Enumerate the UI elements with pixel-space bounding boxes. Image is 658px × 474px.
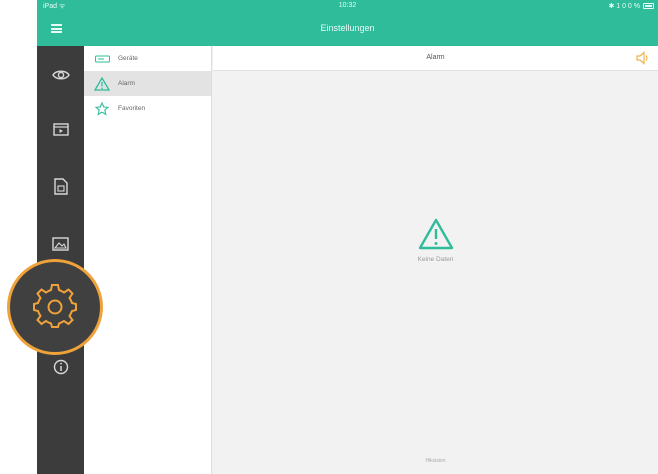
battery-icon xyxy=(643,3,654,9)
list-item-label: Alarm xyxy=(118,80,135,87)
device-icon xyxy=(94,51,110,67)
empty-state: Keine Daten xyxy=(213,218,658,263)
list-item-alarm[interactable]: Alarm xyxy=(84,71,211,96)
info-icon xyxy=(53,359,68,375)
star-icon xyxy=(94,101,110,117)
playback-icon xyxy=(52,123,69,136)
settings-list: Geräte Alarm Favoriten xyxy=(84,46,212,474)
nav-settings[interactable] xyxy=(7,259,103,355)
gear-icon xyxy=(33,284,77,328)
footer-text: Hikvision xyxy=(425,458,446,464)
status-time: 10:32 xyxy=(338,2,357,9)
nav-playback[interactable] xyxy=(37,109,84,149)
screenshot-root: iPad ᯤ 10:32 ✱ 1 0 0 % Einstellungen Ger… xyxy=(0,0,658,474)
list-item-label: Geräte xyxy=(118,55,138,62)
list-item-devices[interactable]: Geräte xyxy=(84,46,211,71)
nav-files[interactable] xyxy=(37,166,84,206)
eye-icon xyxy=(51,70,70,80)
warning-icon xyxy=(94,76,110,92)
battery-percent: ✱ 1 0 0 % xyxy=(608,3,640,10)
list-item-favorites[interactable]: Favoriten xyxy=(84,96,211,121)
alarm-content: Alarm Keine Daten Hikvision xyxy=(213,46,658,474)
nav-pictures[interactable] xyxy=(37,224,84,264)
files-icon xyxy=(53,177,68,195)
speaker-icon[interactable] xyxy=(636,51,650,70)
pictures-icon xyxy=(52,237,69,251)
app-window: iPad ᯤ 10:32 ✱ 1 0 0 % Einstellungen Ger… xyxy=(37,0,658,474)
page-title: Einstellungen xyxy=(320,23,375,33)
content-title: Alarm xyxy=(426,54,445,61)
status-bar: iPad ᯤ 10:32 ✱ 1 0 0 % xyxy=(37,0,658,13)
title-bar: Einstellungen xyxy=(37,13,658,46)
warning-icon xyxy=(418,218,454,255)
nav-live-view[interactable] xyxy=(37,55,84,95)
list-item-label: Favoriten xyxy=(118,105,146,112)
content-header: Alarm xyxy=(213,46,658,71)
empty-state-text: Keine Daten xyxy=(417,256,454,263)
